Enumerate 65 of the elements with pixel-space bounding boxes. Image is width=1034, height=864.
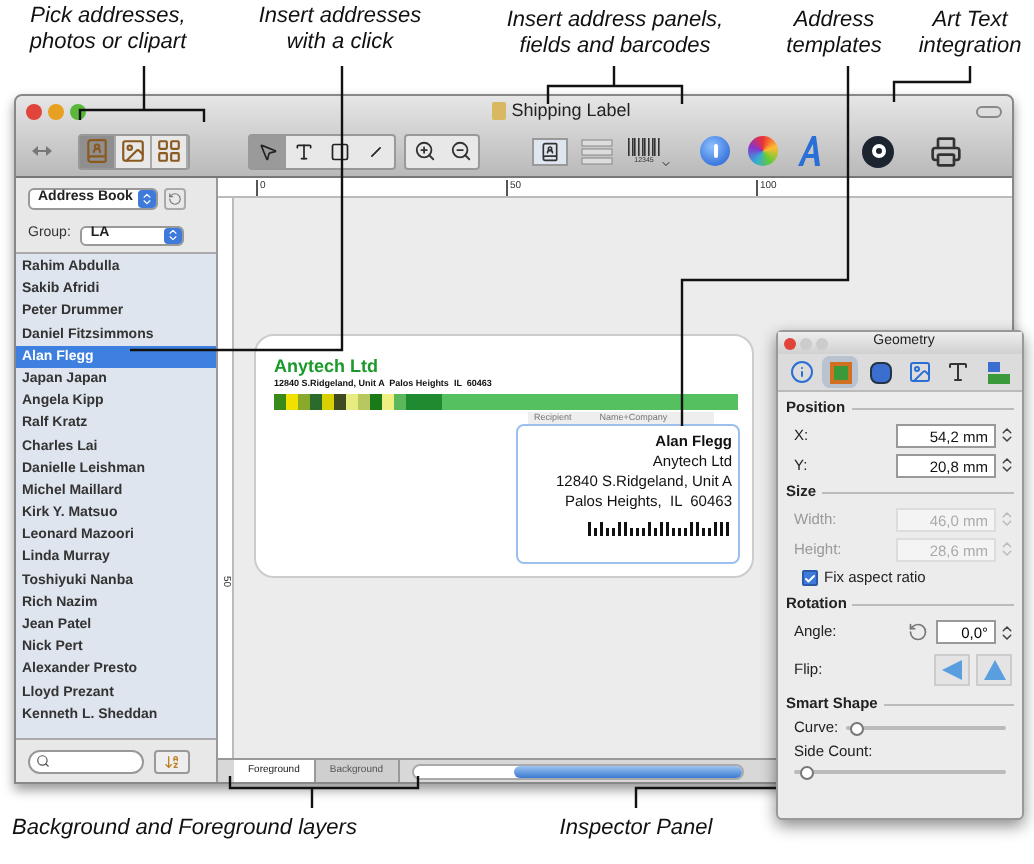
source-button[interactable] [152,135,188,167]
close-button[interactable] [784,337,796,349]
address-book-icon [84,138,110,164]
stepper-icon [166,228,181,242]
zoom-out-icon [449,140,471,162]
contact-card-icon [540,141,560,161]
frame-icon [829,361,852,383]
text-icon [946,360,971,384]
picture-icon [907,360,932,384]
callout-caption: Background and Foreground layers [12,816,359,842]
stepper-icon[interactable] [998,623,1016,641]
zoom-in-icon [413,140,435,162]
info-icon[interactable] [700,136,730,166]
document-icon [491,102,506,120]
postal-barcode-drawing [588,520,732,536]
shapes-icon [869,361,892,383]
stepper-icon [140,192,154,206]
callout-caption: Inspector Panel [557,816,715,842]
sort-icon [164,753,180,769]
flip-horizontal-button[interactable] [934,654,970,686]
source-button[interactable] [116,135,152,167]
toolbar-toggle-button[interactable] [976,105,1002,117]
callout-caption: Address templates [784,8,884,60]
callout-caption: Art Text integration [916,8,1024,60]
resize-arrows-icon[interactable] [32,146,52,156]
address-panel-button[interactable] [532,137,568,165]
slider[interactable] [846,720,1006,736]
leader-line [892,66,972,102]
refresh-button[interactable] [164,188,186,210]
callout-caption: Pick addresses, photos or clipart [27,4,189,56]
triangle-icon [941,660,963,680]
stepper-icon[interactable] [998,456,1016,474]
rectangle-icon [330,141,350,161]
flip-vertical-button[interactable] [976,654,1012,686]
slider[interactable] [794,764,1006,781]
info-icon [789,360,814,384]
search-field[interactable] [28,749,144,773]
stepper-icon[interactable] [998,426,1016,444]
triangle-icon [983,660,1005,680]
search-icon [36,754,50,768]
horizontal-scrollbar[interactable] [411,763,744,779]
sender-company: Anytech Ltd [274,356,381,376]
caret-icon[interactable] [660,158,672,170]
pointer-tool-button[interactable] [250,135,286,167]
art-text-icon[interactable] [862,135,894,167]
sort-button[interactable] [154,749,190,773]
source-button[interactable] [80,135,116,167]
pointer-icon [258,141,278,161]
font-panel-icon[interactable] [796,136,822,166]
barcode-icon[interactable] [628,138,660,156]
leader-line [634,786,776,808]
photo-icon [120,138,146,164]
color-wheel-icon[interactable] [748,136,778,166]
fields-icon[interactable] [580,137,616,165]
checkbox[interactable] [802,570,818,586]
align-icon [987,361,1010,383]
callout-caption: Insert addresses with a click [256,4,424,56]
angle-dial-icon[interactable] [908,622,928,642]
callout-caption: Insert address panels, fields and barcodes [504,8,726,60]
close-button[interactable] [26,103,42,119]
refresh-icon [168,192,182,206]
text-tool-icon [294,141,314,161]
window-title: Shipping Label [511,97,631,124]
grid-icon [156,138,182,164]
printer-icon[interactable] [930,135,962,167]
